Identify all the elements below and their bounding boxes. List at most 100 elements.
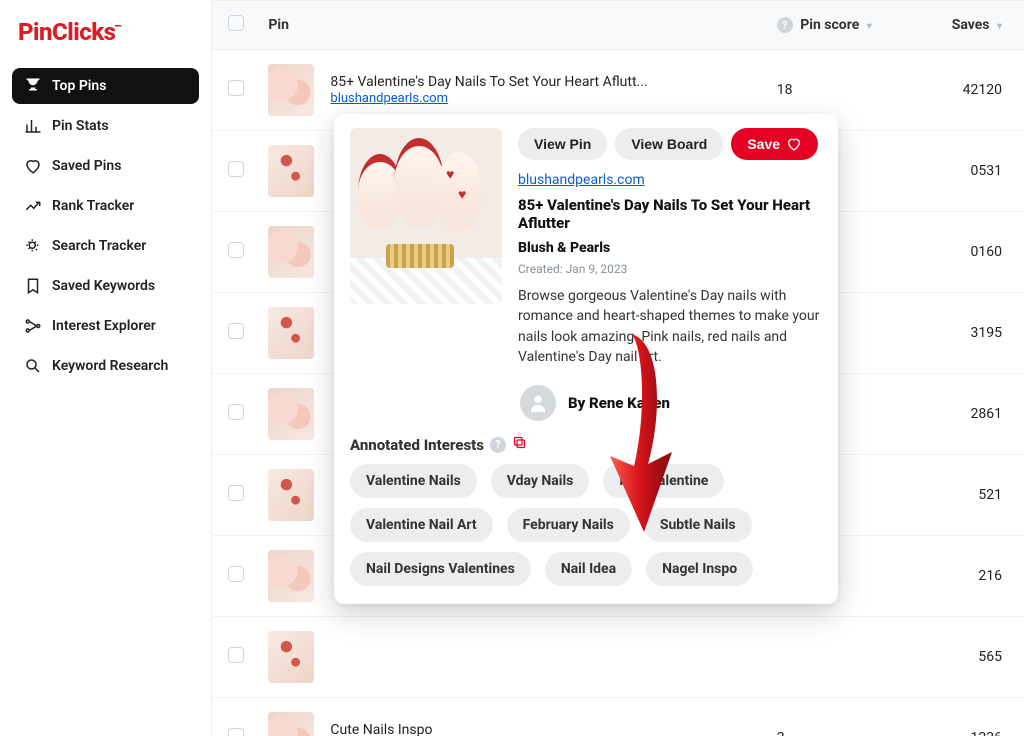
row-checkbox[interactable] [228,80,244,96]
main-content: Pin ? Pin score ▾ Saves ▾ Position ▾ [212,0,1024,736]
pin-domain-link[interactable]: blushandpearls.com [330,91,448,106]
pin-thumbnail [268,631,314,683]
avatar [520,385,556,421]
pin-thumbnail [268,469,314,521]
nav-label: Saved Pins [52,158,121,174]
saves-cell: 0160 [910,212,1024,293]
brand-text: PinClicks [18,18,116,46]
nav-item-top-pins[interactable]: Top Pins [12,68,199,104]
view-pin-button[interactable]: View Pin [518,128,607,160]
row-checkbox[interactable] [228,485,244,501]
nav-item-keyword-research[interactable]: Keyword Research [12,348,199,384]
bars-icon [24,117,42,135]
row-checkbox[interactable] [228,728,244,736]
row-checkbox[interactable] [228,404,244,420]
row-checkbox[interactable] [228,647,244,663]
interest-tag[interactable]: Subtle Nails [644,508,752,542]
pin-thumbnail [268,712,314,736]
saves-cell: 521 [910,455,1024,536]
row-checkbox[interactable] [228,323,244,339]
nav-label: Keyword Research [52,358,168,374]
table-row[interactable]: 5652No [212,617,1024,698]
brand-tick: ¯ [114,22,123,43]
interest-tag[interactable]: Nail Idea [545,552,632,586]
save-button[interactable]: Save [731,128,818,160]
interest-tags: Valentine Nails Vday Nails Hari Valentine V… [350,464,822,586]
pin-score-cell: 3 [767,698,911,736]
col-header-saves[interactable]: Saves ▾ [910,0,1024,50]
pin-hover-card: View Pin View Board Save blushandpearls.… [334,114,838,604]
nav-label: Interest Explorer [52,318,156,334]
nav-label: Pin Stats [52,118,109,134]
brand-logo: PinClicks¯ [12,18,199,46]
chevron-down-icon: ▾ [997,21,1002,32]
search-gear-icon [24,237,42,255]
trophy-icon [24,77,42,95]
heart-icon [786,136,802,152]
nav-item-search-tracker[interactable]: Search Tracker [12,228,199,264]
save-label: Save [747,136,780,152]
saves-cell: 216 [910,536,1024,617]
interest-tag[interactable]: Nagel Inspo [646,552,753,586]
nav-item-saved-pins[interactable]: Saved Pins [12,148,199,184]
magnify-icon [24,357,42,375]
help-icon: ? [490,437,506,453]
annotated-interests-label: Annotated Interests [350,436,484,454]
nav-item-interest-explorer[interactable]: Interest Explorer [12,308,199,344]
pin-subtitle: Blush & Pearls [518,240,822,256]
pin-description: Browse gorgeous Valentine's Day nails wi… [518,286,822,367]
nav-item-saved-keywords[interactable]: Saved Keywords [12,268,199,304]
nav-item-rank-tracker[interactable]: Rank Tracker [12,188,199,224]
saves-cell: 1236 [910,698,1024,736]
col-header-pin[interactable]: Pin [258,0,766,50]
interest-tag[interactable]: Valentine Nails [350,464,477,498]
pin-thumbnail [268,550,314,602]
trend-icon [24,197,42,215]
row-checkbox[interactable] [228,161,244,177]
nav-label: Top Pins [52,78,106,94]
help-icon: ? [777,17,793,33]
interest-tag[interactable]: Vday Nails [491,464,590,498]
nav-label: Search Tracker [52,238,146,254]
pin-title: 85+ Valentine's Day Nails To Set Your He… [330,74,647,90]
pin-author-row: By Rene Kagen [520,385,822,421]
user-icon [527,392,549,414]
bookmark-icon [24,277,42,295]
pin-title: 85+ Valentine's Day Nails To Set Your He… [518,196,822,232]
pin-thumbnail [268,145,314,197]
nav-label: Rank Tracker [52,198,134,214]
sidebar: PinClicks¯ Top Pins Pin Stats Saved Pins [0,0,212,736]
saves-cell: 0531 [910,131,1024,212]
row-checkbox[interactable] [228,242,244,258]
pin-thumbnail [268,64,314,116]
pin-created-date: Created: Jan 9, 2023 [518,262,822,276]
interest-tag[interactable]: February Nails [507,508,630,542]
nodes-icon [24,317,42,335]
nav-list: Top Pins Pin Stats Saved Pins Rank Track… [12,68,199,384]
pin-image [350,128,502,304]
nav-label: Saved Keywords [52,278,155,294]
saves-cell: 42120 [910,50,1024,131]
saves-cell: 3195 [910,293,1024,374]
pin-score-cell [767,617,911,698]
saves-cell: 565 [910,617,1024,698]
interest-tag[interactable]: Valentine Nail Art [350,508,493,542]
pin-thumbnail [268,307,314,359]
view-board-button[interactable]: View Board [615,128,723,160]
table-row[interactable]: Cute Nails Inspoyoutube.com312365Ju [212,698,1024,736]
col-header-pin-score[interactable]: ? Pin score ▾ [767,0,911,50]
copy-icon[interactable] [512,435,527,454]
pin-author: By Rene Kagen [568,394,670,412]
pin-thumbnail [268,388,314,440]
pin-domain-link[interactable]: blushandpearls.com [518,172,645,188]
select-all-checkbox[interactable] [228,15,244,31]
pin-thumbnail [268,226,314,278]
saves-cell: 2861 [910,374,1024,455]
chevron-down-icon: ▾ [867,21,872,32]
pin-title: Cute Nails Inspo [330,722,432,736]
row-checkbox[interactable] [228,566,244,582]
interest-tag[interactable]: Nail Designs Valentines [350,552,531,586]
interest-tag[interactable]: Hari Valentine [603,464,724,498]
nav-item-pin-stats[interactable]: Pin Stats [12,108,199,144]
heart-icon [24,157,42,175]
